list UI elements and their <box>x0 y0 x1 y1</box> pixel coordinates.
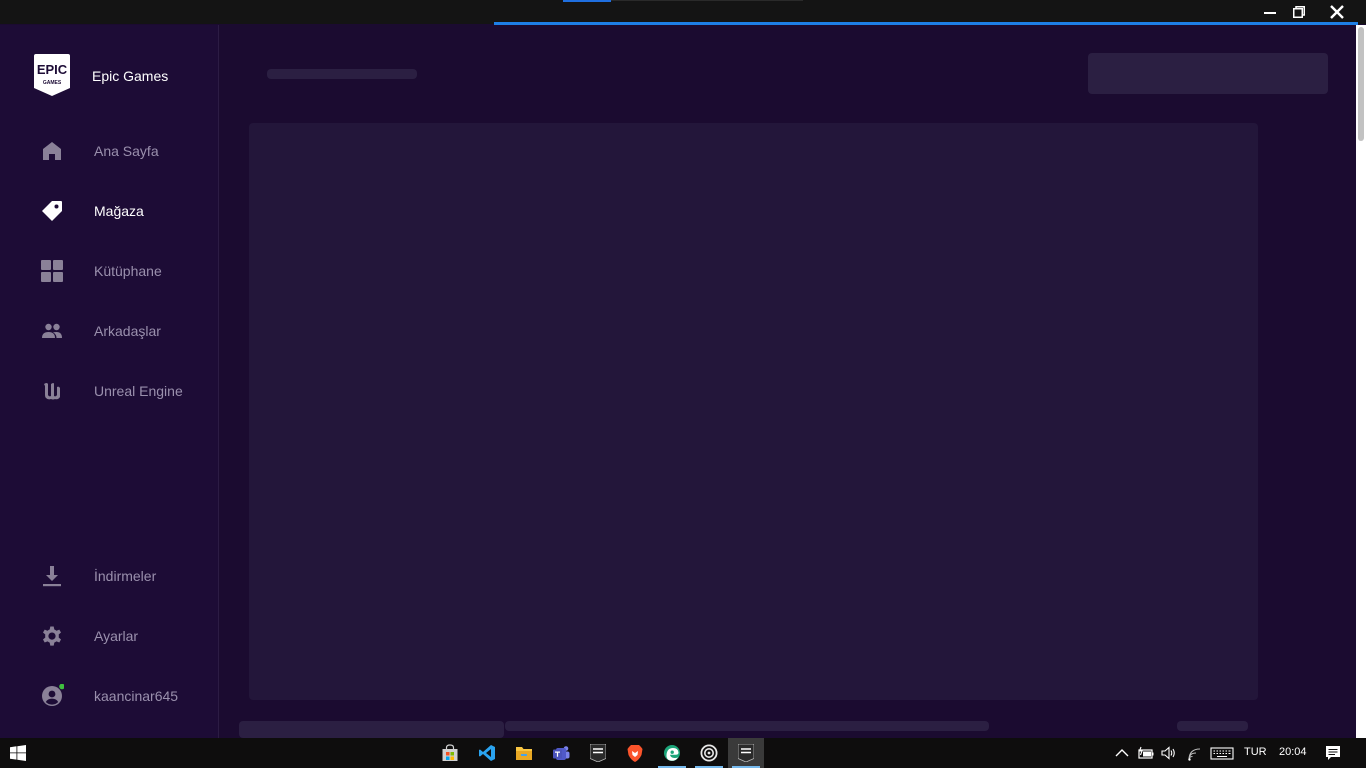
taskbar-app-edge[interactable] <box>654 738 690 768</box>
start-icon <box>10 745 26 761</box>
skeleton-search-bar <box>1088 53 1328 94</box>
close-button[interactable] <box>1324 2 1350 22</box>
epic-games-active-icon <box>738 744 754 762</box>
brand[interactable]: EPIC GAMES Epic Games <box>34 54 168 96</box>
sidebar-item-downloads[interactable]: İndirmeler <box>0 556 218 596</box>
wifi-icon[interactable] <box>1187 745 1203 761</box>
tray-overflow-chevron-icon[interactable] <box>1114 745 1130 761</box>
system-clock[interactable]: 20:04 <box>1279 746 1307 758</box>
skeleton-title <box>267 69 417 79</box>
vertical-scrollbar[interactable] <box>1356 25 1366 738</box>
skeleton-bottom-card <box>239 721 504 738</box>
taskbar-app-epic-games-active[interactable] <box>728 738 764 768</box>
tag-icon <box>42 201 62 221</box>
store-icon <box>442 744 458 761</box>
taskbar-app-epic-games[interactable] <box>580 738 616 768</box>
edge-icon <box>664 745 680 761</box>
sidebar-item-home[interactable]: Ana Sayfa <box>0 131 218 171</box>
sidebar-item-label: Ayarlar <box>94 628 139 644</box>
sidebar-item-label: Arkadaşlar <box>94 323 161 339</box>
taskbar: TUR 20:04 <box>0 738 1366 768</box>
taskbar-app-vscode[interactable] <box>469 738 505 768</box>
window-title-bar <box>0 0 1366 24</box>
close-icon <box>1330 5 1344 19</box>
sidebar-item-label: Unreal Engine <box>94 383 183 399</box>
download-icon <box>43 566 61 587</box>
taskbar-app-file-explorer[interactable] <box>506 738 542 768</box>
teams-icon <box>553 746 570 760</box>
taskbar-app-store[interactable] <box>432 738 468 768</box>
battery-icon[interactable] <box>1138 745 1154 761</box>
sidebar-item-settings[interactable]: Ayarlar <box>0 616 218 656</box>
restore-button[interactable] <box>1286 2 1312 22</box>
sidebar-item-library[interactable]: Kütüphane <box>0 251 218 291</box>
skeleton-bottom-pill <box>1177 721 1248 731</box>
input-language-indicator[interactable]: TUR <box>1244 746 1267 758</box>
notifications-icon[interactable] <box>1325 745 1341 761</box>
sidebar-item-label: Mağaza <box>94 203 144 219</box>
sidebar-item-friends[interactable]: Arkadaşlar <box>0 311 218 351</box>
skeleton-bottom-bar <box>505 721 989 731</box>
tab-indicator-active <box>563 0 611 2</box>
brand-name: Epic Games <box>92 68 169 84</box>
brave-icon <box>627 745 643 762</box>
epic-games-icon <box>590 744 606 762</box>
minimize-button[interactable] <box>1257 2 1283 22</box>
main-content <box>219 25 1356 738</box>
online-status-dot <box>59 684 64 690</box>
taskbar-app-ubisoft[interactable] <box>691 738 727 768</box>
minimize-icon <box>1264 12 1276 14</box>
vscode-icon <box>479 745 495 761</box>
restore-icon <box>1293 6 1305 18</box>
epic-games-logo: EPIC GAMES <box>34 54 70 96</box>
sidebar-item-label: İndirmeler <box>94 568 157 584</box>
tab-indicator <box>611 0 803 1</box>
sidebar: EPIC GAMES Epic Games Ana Sayfa Mağaza K… <box>0 25 219 738</box>
gear-icon <box>43 626 61 646</box>
sidebar-item-store[interactable]: Mağaza <box>0 191 218 231</box>
grid-icon <box>41 260 63 282</box>
sidebar-item-label: Kütüphane <box>94 263 162 279</box>
sidebar-item-unreal-engine[interactable]: Unreal Engine <box>0 371 218 411</box>
file-explorer-icon <box>516 747 532 760</box>
volume-icon[interactable] <box>1161 745 1177 761</box>
user-icon <box>42 684 64 706</box>
keyboard-icon[interactable] <box>1210 745 1234 761</box>
sidebar-item-label: kaancinar645 <box>94 688 179 704</box>
taskbar-app-teams[interactable] <box>543 738 579 768</box>
skeleton-hero-banner <box>249 123 1258 700</box>
friends-icon <box>42 323 62 338</box>
sidebar-item-label: Ana Sayfa <box>94 143 159 159</box>
home-icon <box>43 142 61 160</box>
logo-text-games: GAMES <box>43 80 62 86</box>
scrollbar-thumb[interactable] <box>1358 27 1364 141</box>
start-button[interactable] <box>0 738 36 768</box>
taskbar-app-brave[interactable] <box>617 738 653 768</box>
sidebar-item-account[interactable]: kaancinar645 <box>0 676 218 716</box>
logo-text-epic: EPIC <box>37 62 68 77</box>
ubisoft-icon <box>700 744 718 762</box>
unreal-icon <box>44 383 60 400</box>
